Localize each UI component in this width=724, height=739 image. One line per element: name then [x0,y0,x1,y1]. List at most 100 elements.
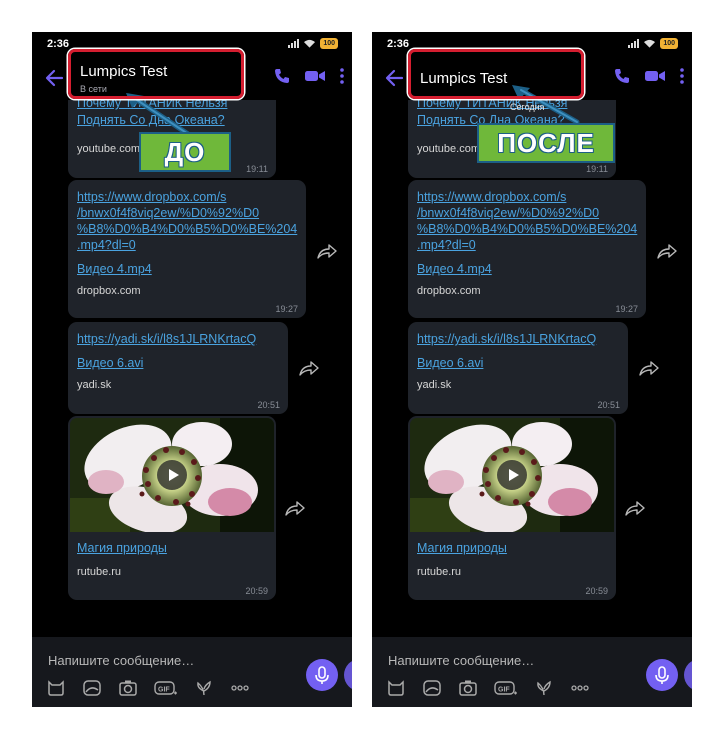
phone-call-icon[interactable] [614,68,630,84]
video-title[interactable]: Магия природы [417,540,507,556]
camera-icon[interactable] [118,679,138,697]
more-icon[interactable] [570,679,590,697]
callout-before: ДО [139,132,231,172]
forward-icon[interactable] [298,360,320,378]
camera-icon[interactable] [458,679,478,697]
link-url-line3[interactable]: %B8%D0%B4%D0%B5%D0%BE%204 [417,221,637,237]
play-icon [169,469,179,481]
video-thumbnail[interactable] [410,418,614,532]
more-options-icon[interactable] [680,68,684,84]
video-message-rutube[interactable]: Магия природы rutube.ru 20:59 [68,416,276,600]
forward-icon[interactable] [656,243,678,261]
more-options-icon[interactable] [340,68,344,84]
message-input[interactable]: Напишите сообщение… [48,653,194,668]
phone-screen-before: 2:36 100 Lumpics Test В сети Почему ТИТА… [32,32,352,707]
voice-message-button[interactable] [646,659,678,691]
link-url-line1[interactable]: https://www.dropbox.com/s [417,189,566,205]
link-title[interactable]: Видео 6.avi [77,355,143,371]
video-call-icon[interactable] [644,68,666,84]
link-url-line4[interactable]: .mp4?dl=0 [417,237,476,253]
back-arrow-icon[interactable] [384,68,404,88]
status-icons: 100 [628,38,678,49]
message-time: 20:59 [245,586,268,596]
link-title[interactable]: Видео 4.mp4 [417,261,492,277]
link-domain: yadi.sk [417,379,452,391]
doodle-icon[interactable] [194,679,214,697]
link-domain: dropbox.com [417,285,481,297]
link-url-line3[interactable]: %B8%D0%B4%D0%B5%D0%BE%204 [77,221,297,237]
callout-after: ПОСЛЕ [477,123,615,163]
play-button[interactable] [157,460,187,490]
link-title[interactable]: Видео 4.mp4 [77,261,152,277]
link-url-line1[interactable]: https://www.dropbox.com/s [77,189,226,205]
gallery-icon[interactable] [422,679,442,697]
link-url-line2[interactable]: /bnwx0f4f8viq2ew/%D0%92%D0 [77,205,259,221]
link-url[interactable]: https://yadi.sk/i/l8s1JLRNKrtacQ [77,331,256,347]
message-time: 19:27 [615,304,638,314]
play-button[interactable] [497,460,527,490]
link-url-line4[interactable]: .mp4?dl=0 [77,237,136,253]
doodle-icon[interactable] [534,679,554,697]
status-icons: 100 [288,38,338,49]
video-thumbnail[interactable] [70,418,274,532]
battery-icon: 100 [320,38,338,49]
link-message-dropbox[interactable]: https://www.dropbox.com/s /bnwx0f4f8viq2… [68,180,306,318]
phone-call-icon[interactable] [274,68,290,84]
forward-icon[interactable] [316,243,338,261]
message-time: 19:27 [275,304,298,314]
header-actions [274,68,344,84]
link-message-yadi[interactable]: https://yadi.sk/i/l8s1JLRNKrtacQ Видео 6… [408,322,628,414]
sticker-icon[interactable] [46,679,66,697]
header-highlight-frame [68,49,244,99]
link-domain: rutube.ru [77,566,122,578]
composer-toolbar: GIF [386,679,590,697]
gif-icon[interactable]: GIF [494,679,518,697]
header-highlight-frame [408,49,584,99]
secondary-action-button[interactable] [684,659,692,691]
forward-icon[interactable] [284,500,306,518]
link-url[interactable]: https://yadi.sk/i/l8s1JLRNKrtacQ [417,331,596,347]
link-domain: dropbox.com [77,285,141,297]
back-arrow-icon[interactable] [44,68,64,88]
chat-messages: Сегодня Почему ТИТАНИК Нельзя Поднять Со… [372,100,692,637]
message-time: 20:51 [257,400,280,410]
message-composer: Напишите сообщение… GIF [372,637,692,707]
status-time: 2:36 [47,38,70,50]
wifi-icon [644,39,656,48]
message-input[interactable]: Напишите сообщение… [388,653,534,668]
status-time: 2:36 [387,38,410,50]
message-time: 19:11 [586,164,608,174]
video-call-icon[interactable] [304,68,326,84]
signal-icon [288,39,300,48]
message-time: 20:51 [597,400,620,410]
link-title[interactable]: Видео 6.avi [417,355,483,371]
secondary-action-button[interactable] [344,659,352,691]
video-message-rutube[interactable]: Магия природы rutube.ru 20:59 [408,416,616,600]
message-time: 20:59 [585,586,608,596]
message-composer: Напишите сообщение… GIF [32,637,352,707]
gallery-icon[interactable] [82,679,102,697]
svg-text:GIF: GIF [158,687,170,694]
microphone-icon [655,666,669,684]
forward-icon[interactable] [638,360,660,378]
sticker-icon[interactable] [386,679,406,697]
svg-text:GIF: GIF [498,687,510,694]
play-icon [509,469,519,481]
chat-messages: Почему ТИТАНИК Нельзя Поднять Со Дна Оке… [32,100,352,637]
voice-message-button[interactable] [306,659,338,691]
message-time: 19:11 [246,164,268,174]
phone-screen-after: 2:36 100 Lumpics Test Сегодня Почему ТИТ… [372,32,692,707]
more-icon[interactable] [230,679,250,697]
link-url-line2[interactable]: /bnwx0f4f8viq2ew/%D0%92%D0 [417,205,599,221]
forward-icon[interactable] [624,500,646,518]
signal-icon [628,39,640,48]
link-domain: rutube.ru [417,566,462,578]
microphone-icon [315,666,329,684]
gif-icon[interactable]: GIF [154,679,178,697]
battery-icon: 100 [660,38,678,49]
link-message-dropbox[interactable]: https://www.dropbox.com/s /bnwx0f4f8viq2… [408,180,646,318]
composer-toolbar: GIF [46,679,250,697]
wifi-icon [304,39,316,48]
link-message-yadi[interactable]: https://yadi.sk/i/l8s1JLRNKrtacQ Видео 6… [68,322,288,414]
video-title[interactable]: Магия природы [77,540,167,556]
